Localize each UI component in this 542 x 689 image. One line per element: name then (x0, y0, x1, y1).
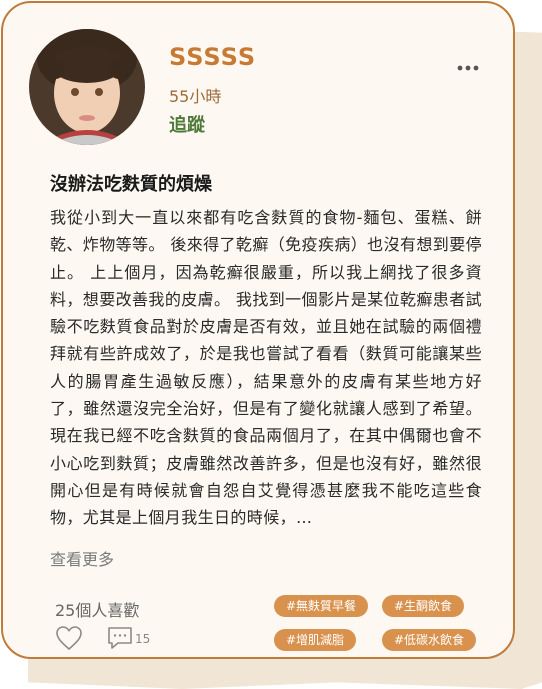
post-card: SSSSS 55小時 追蹤 沒辦法吃麩質的煩燥 我從小到大一直以來都有吃含麩質的… (1, 1, 515, 659)
tag-chip[interactable]: #增肌減脂 (274, 629, 357, 651)
comment-count: 15 (135, 632, 151, 646)
avatar-image (29, 29, 145, 145)
post-time: 55小時 (169, 87, 222, 106)
comment-icon[interactable] (106, 625, 134, 651)
tag-chip[interactable]: #低碳水飲食 (382, 629, 477, 651)
heart-icon[interactable] (55, 625, 83, 651)
more-horizontal-icon[interactable] (457, 57, 479, 71)
username[interactable]: SSSSS (169, 43, 256, 71)
tag-chip[interactable]: #無麩質早餐 (274, 595, 369, 617)
follow-button[interactable]: 追蹤 (169, 111, 205, 137)
avatar[interactable] (29, 29, 145, 145)
post-title: 沒辦法吃麩質的煩燥 (50, 174, 212, 195)
see-more-link[interactable]: 查看更多 (50, 546, 114, 570)
likes-count: 25個人喜歡 (55, 601, 140, 620)
tag-chip[interactable]: #生酮飲食 (382, 595, 465, 617)
post-body: 我從小到大一直以來都有吃含麩質的食物-麵包、蛋糕、餅乾、炸物等等。 後來得了乾癬… (50, 208, 482, 528)
